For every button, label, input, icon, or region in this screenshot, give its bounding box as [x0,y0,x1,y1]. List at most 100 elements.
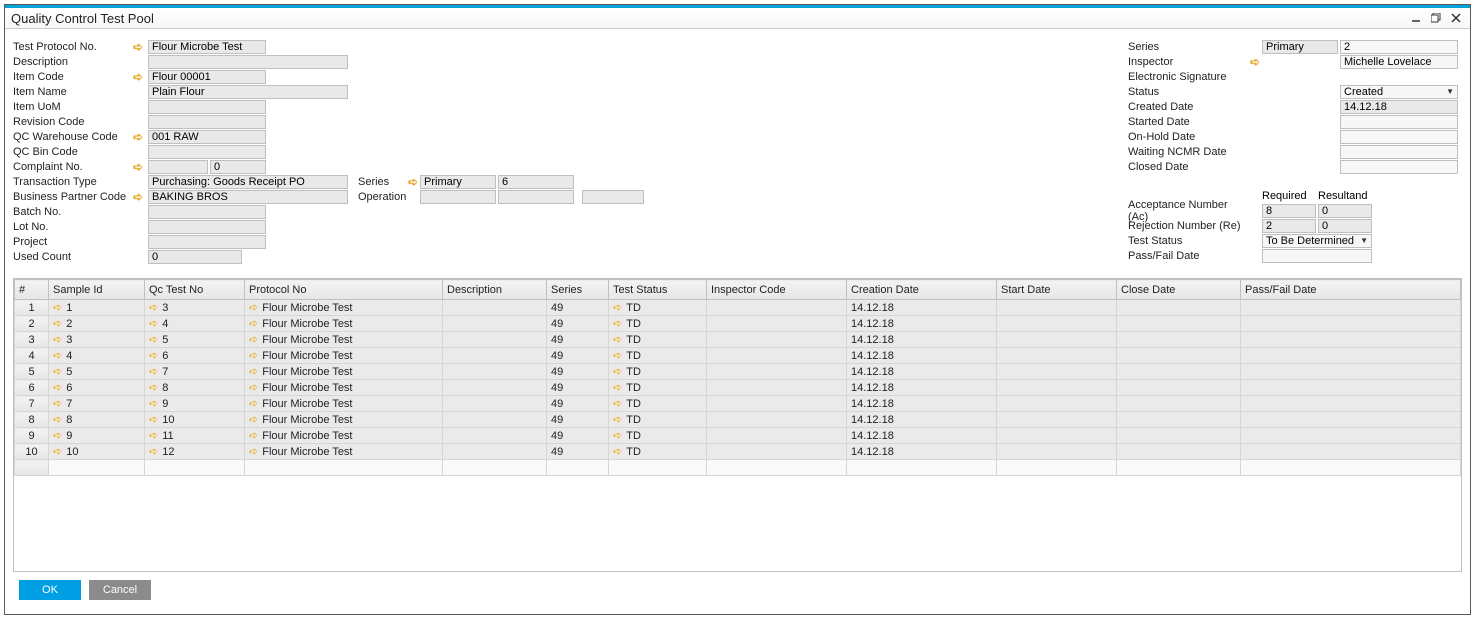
link-arrow-icon[interactable]: ➪ [149,302,158,314]
field-item-name[interactable]: Plain Flour [148,85,348,99]
field-mid-series[interactable]: Primary [420,175,496,189]
link-arrow-icon[interactable]: ➪ [613,334,622,346]
field-started-date[interactable] [1340,115,1458,129]
col-close-date[interactable]: Close Date [1117,280,1241,300]
field-complaint-no-a[interactable] [148,160,208,174]
link-arrow-icon[interactable]: ➪ [149,446,158,458]
link-arrow-icon[interactable]: ➪ [408,176,418,188]
link-arrow-icon[interactable]: ➪ [149,414,158,426]
link-arrow-icon[interactable]: ➪ [53,382,62,394]
field-acc-resultand[interactable]: 0 [1318,204,1372,218]
link-arrow-icon[interactable]: ➪ [613,430,622,442]
link-arrow-icon[interactable]: ➪ [53,302,62,314]
link-arrow-icon[interactable]: ➪ [133,71,143,83]
field-mid-series-num[interactable]: 6 [498,175,574,189]
field-operation-c[interactable] [582,190,644,204]
field-rej-resultand[interactable]: 0 [1318,219,1372,233]
link-arrow-icon[interactable]: ➪ [133,131,143,143]
link-arrow-icon[interactable]: ➪ [149,382,158,394]
field-created-date[interactable]: 14.12.18 [1340,100,1458,114]
field-batch-no[interactable] [148,205,266,219]
field-series[interactable]: Primary [1262,40,1338,54]
col-series[interactable]: Series [547,280,609,300]
link-arrow-icon[interactable]: ➪ [53,334,62,346]
field-operation-a[interactable] [420,190,496,204]
field-qc-wh-code[interactable]: 001 RAW [148,130,266,144]
link-arrow-icon[interactable]: ➪ [249,350,258,362]
field-rej-required[interactable]: 2 [1262,219,1316,233]
col-creation-date[interactable]: Creation Date [847,280,997,300]
link-arrow-icon[interactable]: ➪ [249,382,258,394]
table-row[interactable]: 9➪9➪11➪Flour Microbe Test49➪TD14.12.18 [15,428,1461,444]
link-arrow-icon[interactable]: ➪ [249,446,258,458]
results-grid[interactable]: # Sample Id Qc Test No Protocol No Descr… [13,278,1462,572]
field-complaint-no-b[interactable]: 0 [210,160,266,174]
link-arrow-icon[interactable]: ➪ [149,430,158,442]
link-arrow-icon[interactable]: ➪ [53,446,62,458]
link-arrow-icon[interactable]: ➪ [249,366,258,378]
link-arrow-icon[interactable]: ➪ [149,366,158,378]
table-row[interactable]: 2➪2➪4➪Flour Microbe Test49➪TD14.12.18 [15,316,1461,332]
field-inspector[interactable]: Michelle Lovelace [1340,55,1458,69]
link-arrow-icon[interactable]: ➪ [53,414,62,426]
link-arrow-icon[interactable]: ➪ [613,366,622,378]
minimize-icon[interactable] [1408,10,1424,26]
field-description[interactable] [148,55,348,69]
field-operation-b[interactable] [498,190,574,204]
col-qc-test-no[interactable]: Qc Test No [145,280,245,300]
col-num[interactable]: # [15,280,49,300]
link-arrow-icon[interactable]: ➪ [149,350,158,362]
link-arrow-icon[interactable]: ➪ [53,430,62,442]
link-arrow-icon[interactable]: ➪ [249,430,258,442]
field-bp-code[interactable]: BAKING BROS [148,190,348,204]
field-revision-code[interactable] [148,115,266,129]
table-row[interactable]: 6➪6➪8➪Flour Microbe Test49➪TD14.12.18 [15,380,1461,396]
field-series-num[interactable]: 2 [1340,40,1458,54]
field-acc-required[interactable]: 8 [1262,204,1316,218]
field-test-protocol-no[interactable]: Flour Microbe Test [148,40,266,54]
link-arrow-icon[interactable]: ➪ [249,302,258,314]
field-transaction-type[interactable]: Purchasing: Goods Receipt PO [148,175,348,189]
table-row[interactable]: 5➪5➪7➪Flour Microbe Test49➪TD14.12.18 [15,364,1461,380]
field-qc-bin-code[interactable] [148,145,266,159]
field-status[interactable]: Created [1340,85,1458,99]
col-protocol-no[interactable]: Protocol No [245,280,443,300]
link-arrow-icon[interactable]: ➪ [249,334,258,346]
table-row[interactable]: 10➪10➪12➪Flour Microbe Test49➪TD14.12.18 [15,444,1461,460]
table-row[interactable]: 1➪1➪3➪Flour Microbe Test49➪TD14.12.18 [15,300,1461,316]
link-arrow-icon[interactable]: ➪ [53,398,62,410]
col-test-status[interactable]: Test Status [609,280,707,300]
field-project[interactable] [148,235,266,249]
col-description[interactable]: Description [443,280,547,300]
link-arrow-icon[interactable]: ➪ [613,350,622,362]
link-arrow-icon[interactable]: ➪ [149,334,158,346]
field-used-count[interactable]: 0 [148,250,242,264]
link-arrow-icon[interactable]: ➪ [613,302,622,314]
table-row-empty[interactable] [15,460,1461,476]
restore-icon[interactable] [1428,10,1444,26]
link-arrow-icon[interactable]: ➪ [53,366,62,378]
link-arrow-icon[interactable]: ➪ [133,191,143,203]
link-arrow-icon[interactable]: ➪ [249,414,258,426]
link-arrow-icon[interactable]: ➪ [613,318,622,330]
link-arrow-icon[interactable]: ➪ [249,398,258,410]
link-arrow-icon[interactable]: ➪ [53,350,62,362]
table-row[interactable]: 4➪4➪6➪Flour Microbe Test49➪TD14.12.18 [15,348,1461,364]
field-passfail-date[interactable] [1262,249,1372,263]
link-arrow-icon[interactable]: ➪ [149,318,158,330]
ok-button[interactable]: OK [19,580,81,600]
link-arrow-icon[interactable]: ➪ [1250,56,1260,68]
table-row[interactable]: 3➪3➪5➪Flour Microbe Test49➪TD14.12.18 [15,332,1461,348]
link-arrow-icon[interactable]: ➪ [133,41,143,53]
col-start-date[interactable]: Start Date [997,280,1117,300]
table-row[interactable]: 7➪7➪9➪Flour Microbe Test49➪TD14.12.18 [15,396,1461,412]
table-row[interactable]: 8➪8➪10➪Flour Microbe Test49➪TD14.12.18 [15,412,1461,428]
field-item-uom[interactable] [148,100,266,114]
field-closed-date[interactable] [1340,160,1458,174]
field-test-status[interactable]: To Be Determined [1262,234,1372,248]
link-arrow-icon[interactable]: ➪ [133,161,143,173]
link-arrow-icon[interactable]: ➪ [613,382,622,394]
link-arrow-icon[interactable]: ➪ [249,318,258,330]
link-arrow-icon[interactable]: ➪ [53,318,62,330]
col-inspector-code[interactable]: Inspector Code [707,280,847,300]
